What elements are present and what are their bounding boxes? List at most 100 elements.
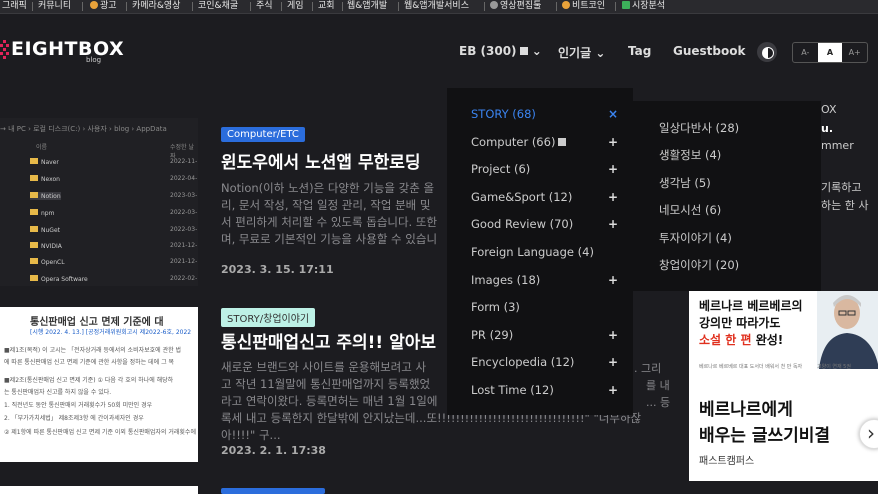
post-category-badge[interactable]: Computer/ETC: [221, 127, 305, 142]
font-smaller-button[interactable]: A-: [793, 43, 818, 62]
bookmark-community[interactable]: 커뮤니티: [38, 0, 71, 11]
nav-eb-label: EB (300): [459, 44, 517, 58]
chevron-right-icon[interactable]: [859, 419, 878, 449]
sidebar-text: 하는 한 사: [821, 199, 869, 212]
thumbnail-line: 2. 「부가가치세법」 제8조제3항 에 간이과세자인 경우: [4, 415, 144, 422]
expand-icon[interactable]: +: [608, 355, 618, 369]
subcategory-item[interactable]: 생각남 (5): [659, 175, 711, 191]
chevron-down-icon: ⌄: [595, 46, 606, 60]
bookmark-graphic[interactable]: 그래픽: [2, 0, 27, 11]
bookmark-game[interactable]: 게임: [287, 0, 304, 11]
bookmark-favicon-icon: [622, 1, 630, 9]
divider: [32, 2, 33, 11]
divider: [250, 2, 251, 11]
folder-row: Opera Software 2022-02-: [30, 275, 197, 283]
category-item-foreign-language[interactable]: Foreign Language (4): [471, 245, 594, 259]
folder-date: 2022-11-: [170, 158, 198, 165]
divider: [398, 2, 399, 11]
thumbnail-line: 는 통신판매업자 신고를 하지 않을 수 있다.: [4, 389, 112, 396]
post-title[interactable]: 윈도우에서 노션앱 무한로딩: [221, 148, 421, 173]
bookmark-church[interactable]: 교회: [318, 0, 335, 11]
divider: [556, 2, 557, 11]
bookmark-bitcoin[interactable]: 비트코인: [562, 0, 605, 11]
folder-icon: [30, 209, 38, 215]
divider: [615, 2, 616, 11]
subcategory-item[interactable]: 투자이야기 (4): [659, 230, 732, 246]
thumbnail-line: ② 제1항에 따른 통신판매업 신고 면제 기준 이외 통신판매업자의 거래횟수…: [4, 429, 198, 436]
bookmark-stock[interactable]: 주식: [256, 0, 273, 11]
folder-row: npm 2022-03-: [30, 209, 197, 217]
expand-icon[interactable]: +: [608, 162, 618, 176]
expand-icon[interactable]: +: [608, 190, 618, 204]
bookmark-favicon-icon: [490, 1, 498, 9]
ad-headline-tail: 완성!: [751, 333, 784, 347]
folder-date: 2021-12-: [170, 258, 198, 265]
subcategory-item[interactable]: 일상다반사 (28): [659, 120, 739, 136]
expand-icon[interactable]: +: [608, 383, 618, 397]
category-item-images[interactable]: Images (18): [471, 273, 540, 287]
post-category-badge[interactable]: [221, 488, 325, 494]
bookmark-coin[interactable]: 코인&채굴: [198, 0, 238, 11]
sidebar-text: OX: [821, 103, 837, 116]
font-default-button[interactable]: A: [817, 43, 843, 62]
post-thumbnail[interactable]: 통신판매업 신고 면제 기준에 대 [시행 2022. 4. 13.] [공정거…: [0, 307, 198, 462]
theme-toggle-icon[interactable]: [757, 42, 777, 62]
post-thumbnail[interactable]: [0, 486, 198, 494]
folder-icon: [30, 158, 38, 164]
close-icon[interactable]: ×: [608, 107, 618, 121]
category-item-good-review[interactable]: Good Review (70): [471, 217, 573, 231]
folder-name: NVIDIA: [41, 243, 62, 250]
bookmark-webdev-service[interactable]: 웹&앱개발서비스: [404, 0, 469, 11]
nav-eb[interactable]: EB (300) ⌄: [459, 44, 542, 58]
thumbnail-line: 1. 직전년도 동안 통신판매의 거래횟수가 50회 미만인 경우: [4, 402, 153, 409]
bookmark-webdev[interactable]: 웹&앱개발: [347, 0, 387, 11]
bookmark-camera[interactable]: 카메라&영상: [132, 0, 180, 11]
nav-popular[interactable]: 인기글 ⌄: [558, 44, 605, 61]
post-thumbnail[interactable]: → 내 PC › 로컬 디스크(C:) › 사용자 › blog › AppDa…: [0, 118, 198, 286]
excerpt-fragment: . 그리: [634, 362, 662, 375]
folder-date: 2023-03-: [170, 192, 198, 199]
category-item-game-sport[interactable]: Game&Sport (12): [471, 190, 572, 204]
expand-icon[interactable]: +: [608, 273, 618, 287]
subcategory-item[interactable]: 생활정보 (4): [659, 147, 721, 163]
expand-icon[interactable]: +: [608, 135, 618, 149]
category-item-encyclopedia[interactable]: Encyclopedia (12): [471, 355, 574, 369]
folder-name: npm: [41, 210, 55, 217]
folder-row: NVIDIA 2021-12-: [30, 242, 197, 250]
folder-row: NuGet 2022-03-: [30, 226, 197, 234]
category-item-lost-time[interactable]: Lost Time (12): [471, 383, 554, 397]
category-item-story[interactable]: STORY (68): [471, 107, 536, 121]
nav-popular-label: 인기글: [558, 46, 592, 60]
expand-icon[interactable]: +: [608, 217, 618, 231]
nav-tag[interactable]: Tag: [628, 44, 651, 58]
site-logo[interactable]: EIGHTBOX: [11, 38, 124, 60]
folder-date: 2021-12-: [170, 242, 198, 249]
folder-name: NuGet: [41, 227, 60, 234]
ad-headline: 소설 한 편 완성!: [699, 331, 783, 348]
font-larger-button[interactable]: A+: [842, 43, 867, 62]
category-item-form[interactable]: Form (3): [471, 300, 520, 314]
explorer-path: → 내 PC › 로컬 디스크(C:) › 사용자 › blog › AppDa…: [0, 125, 167, 133]
category-item-pr[interactable]: PR (29): [471, 328, 513, 342]
folder-date: 2022-03-: [170, 209, 198, 216]
post-category-badge[interactable]: STORY/창업이야기: [221, 308, 316, 327]
bookmark-ads[interactable]: 광고: [90, 0, 117, 11]
category-item-project[interactable]: Project (6): [471, 162, 530, 176]
bookmark-video-tool[interactable]: 영상편집툴: [490, 0, 541, 11]
subcategory-item[interactable]: 창업이야기 (20): [659, 257, 739, 273]
sidebar-ad[interactable]: 베르나르 베르베르의 강의만 따라가도 소설 한 편 완성! 베르나르 베르베르…: [689, 291, 878, 481]
folder-name: Notion: [41, 193, 61, 200]
sidebar-text: u.: [821, 122, 834, 135]
ad-headline: 강의만 따라가도: [699, 316, 781, 330]
post-title[interactable]: 통신판매업신고 주의!! 알아보: [221, 328, 436, 353]
bookmark-market[interactable]: 시장분석: [622, 0, 665, 11]
sidebar-text: mmer: [821, 139, 854, 152]
bookmark-favicon-icon: [90, 1, 98, 9]
category-item-computer[interactable]: Computer (66): [471, 135, 567, 149]
subcategory-item[interactable]: 네모시선 (6): [659, 202, 721, 218]
excerpt-line: 록세 내고 등록한지 한달밖에 안지났는데...또!!!!!!!!!!!!!!!…: [221, 411, 642, 442]
expand-icon[interactable]: +: [608, 328, 618, 342]
nav-guestbook[interactable]: Guestbook: [673, 44, 745, 58]
folder-name: Naver: [41, 159, 59, 166]
folder-date: 2022-02-: [170, 275, 198, 282]
